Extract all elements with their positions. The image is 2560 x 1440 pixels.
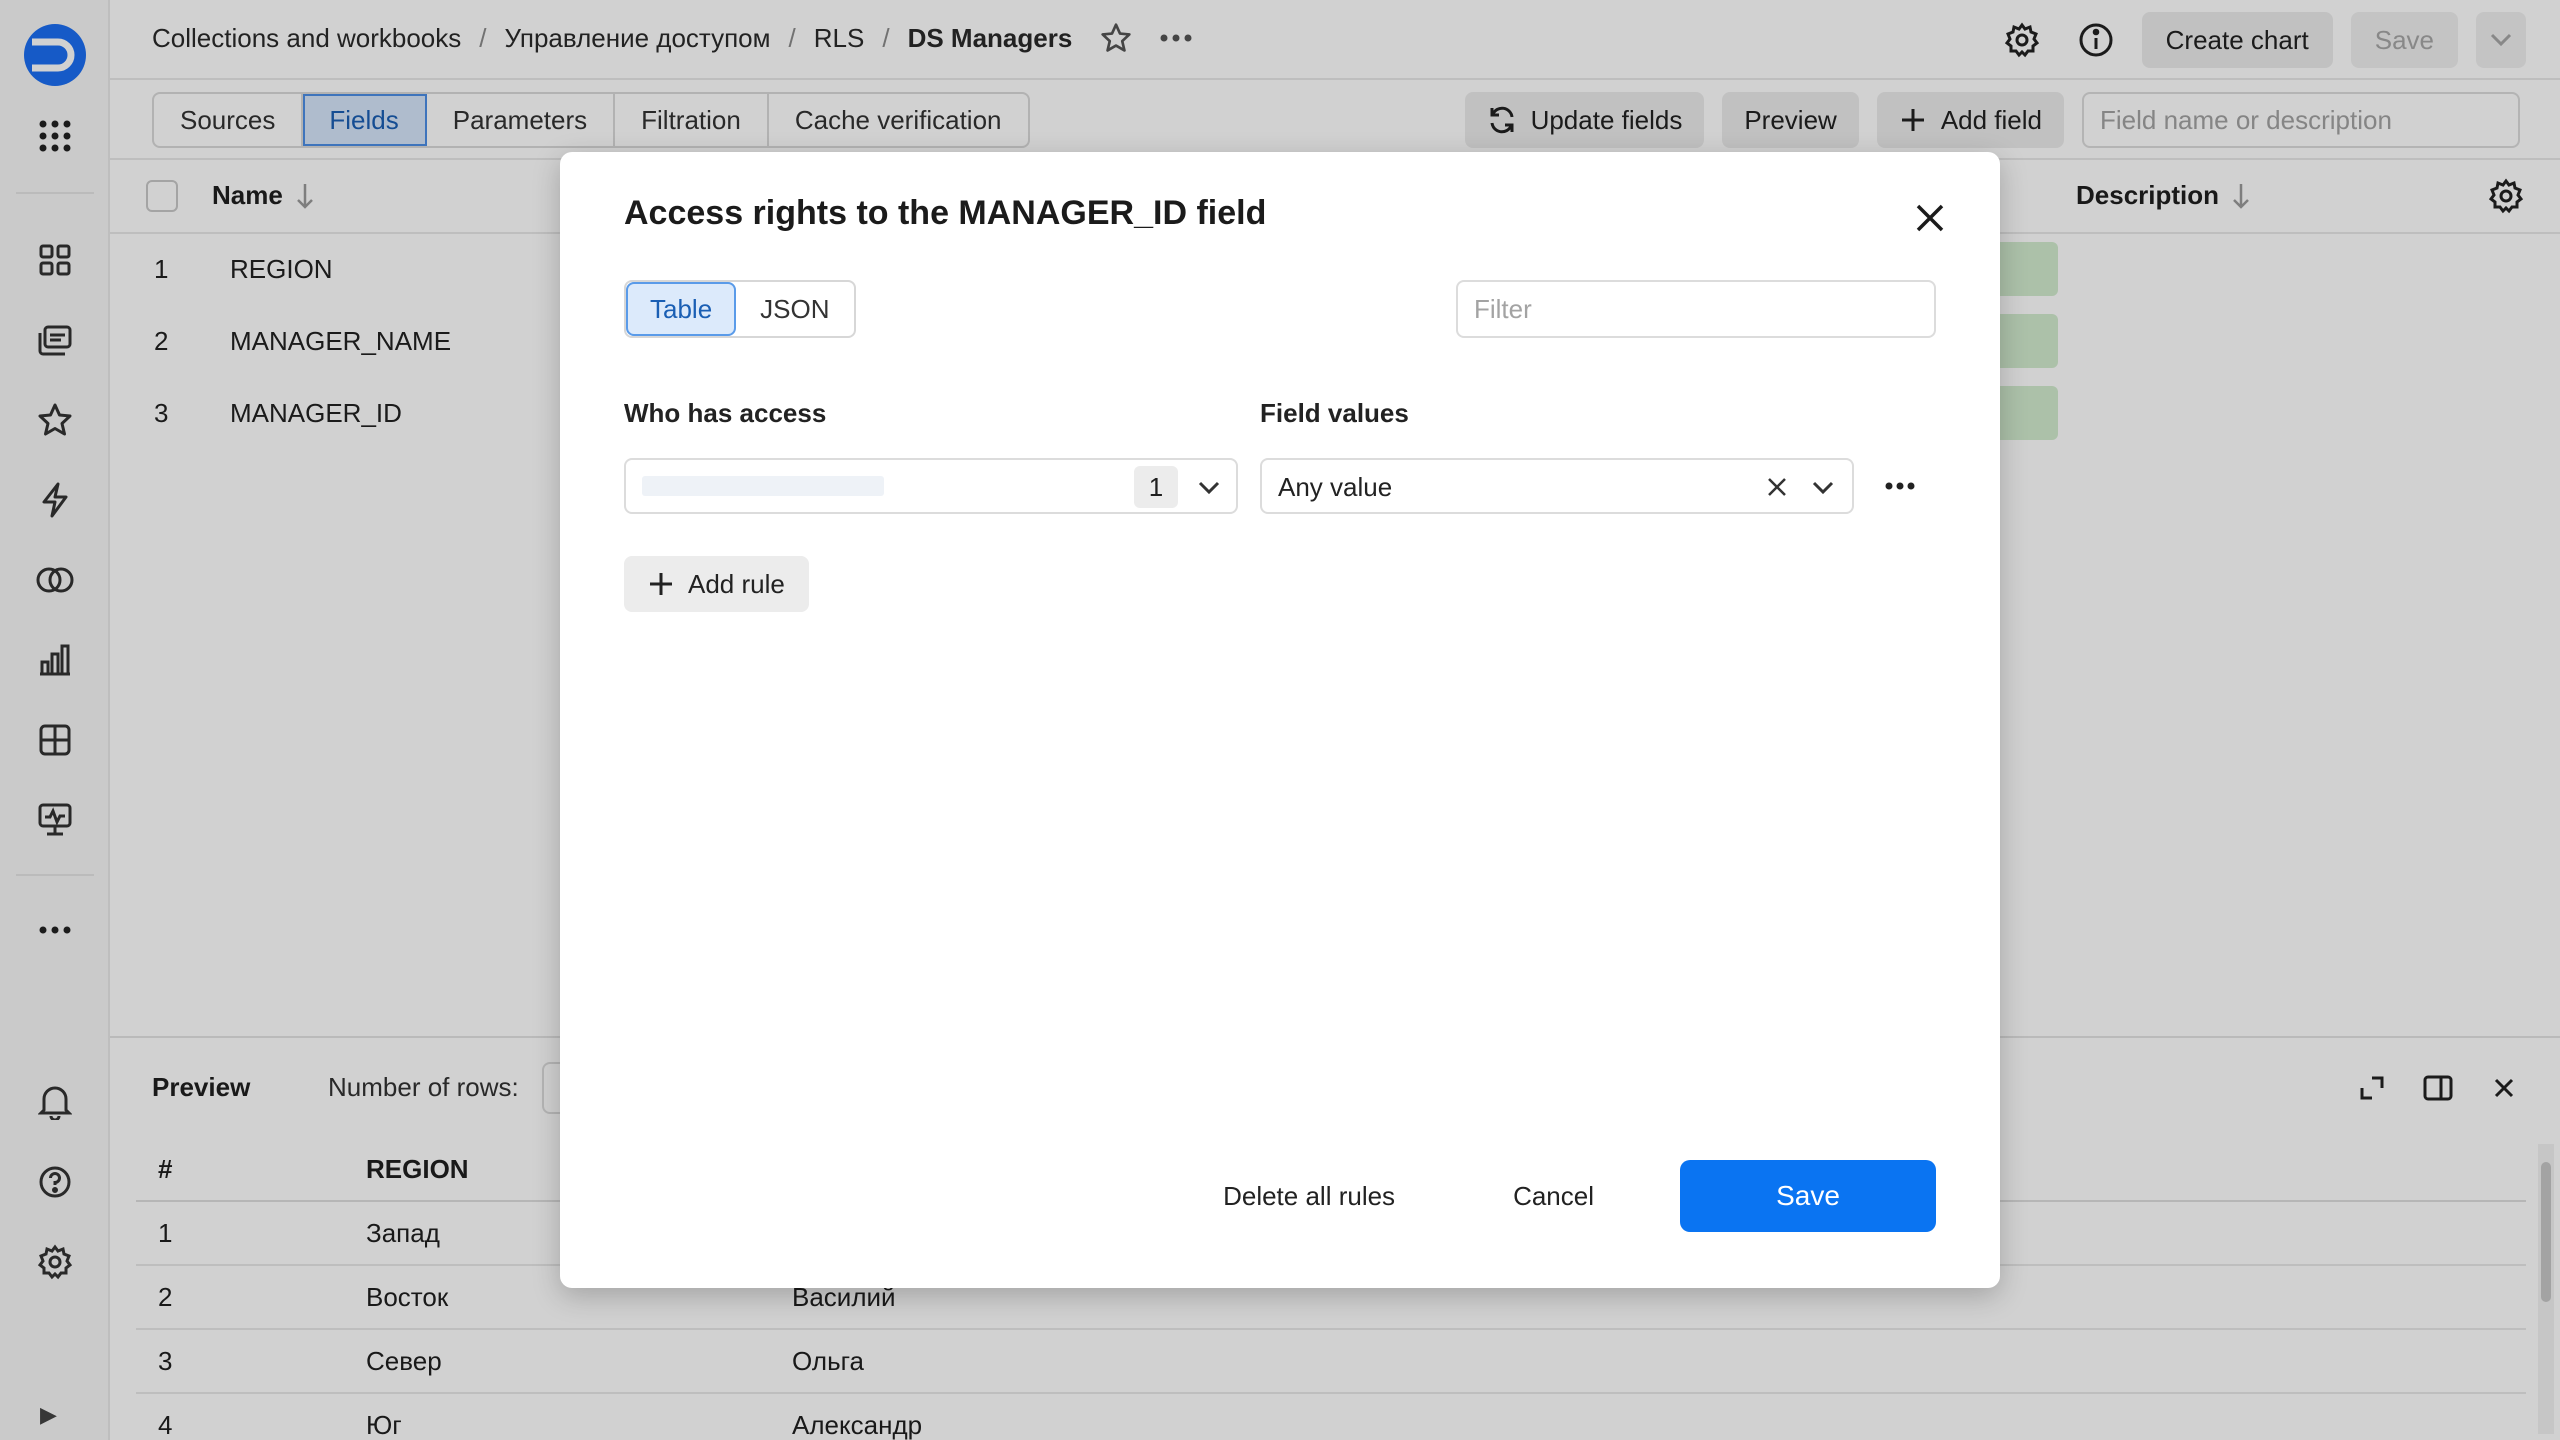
field-value-text: Any value [1278,472,1393,502]
rules-filter-input[interactable]: Filter [1456,280,1936,338]
view-json-option[interactable]: JSON [736,282,853,336]
save-rules-button[interactable]: Save [1680,1160,1936,1232]
subjects-count-badge: 1 [1134,466,1178,508]
dialog-footer: Delete all rules Cancel Save [1199,1160,1936,1232]
close-dialog-icon[interactable] [1908,196,1952,240]
delete-all-rules-button[interactable]: Delete all rules [1199,1160,1419,1232]
subjects-select[interactable]: 1 [624,458,1238,514]
view-table-option[interactable]: Table [626,282,737,336]
chevron-down-icon [1810,474,1836,500]
rule-more-actions-icon[interactable] [1880,466,1920,506]
plus-icon [648,571,674,597]
field-values-label: Field values [1260,398,1409,428]
access-rights-dialog: Access rights to the MANAGER_ID field Ta… [560,152,2000,1288]
clear-value-icon[interactable] [1764,474,1790,500]
chevron-down-icon [1196,474,1222,500]
add-rule-button[interactable]: Add rule [624,556,809,612]
subject-placeholder-bar [642,476,884,496]
add-rule-label: Add rule [688,568,785,599]
view-mode-switch: Table JSON [624,280,856,338]
dialog-title: Access rights to the MANAGER_ID field [624,194,1267,232]
who-has-access-label: Who has access [624,398,827,428]
field-values-select[interactable]: Any value [1260,458,1854,514]
cancel-button[interactable]: Cancel [1489,1160,1618,1232]
